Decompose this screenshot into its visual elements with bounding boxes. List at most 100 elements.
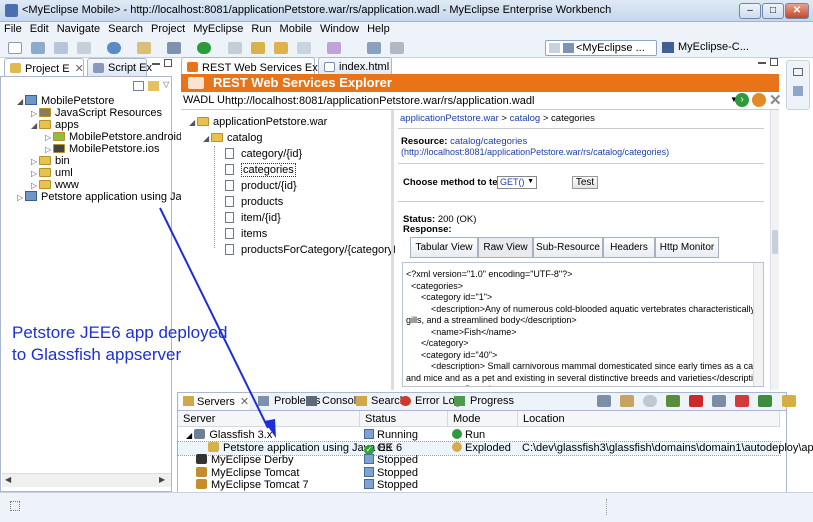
detail-scrollbar[interactable] xyxy=(770,110,779,390)
project-tree-item[interactable]: ◢ MobilePetstore xyxy=(17,95,114,107)
tab-script-explorer[interactable]: Script Ex xyxy=(87,58,152,77)
server-icon[interactable] xyxy=(167,42,182,54)
project-tree-item[interactable]: ▷ uml xyxy=(31,167,73,179)
menu-file[interactable]: File xyxy=(0,22,26,35)
menu-help[interactable]: Help xyxy=(363,22,394,35)
response-scrollbar[interactable] xyxy=(753,263,763,386)
tab-tabular-view[interactable]: Tabular View xyxy=(410,237,478,258)
close-tab-icon[interactable]: ✕ xyxy=(75,63,84,75)
method-select[interactable]: GET() ▼ xyxy=(497,176,537,189)
scroll-left-icon[interactable]: ◀ xyxy=(5,475,11,484)
resource-item[interactable]: category/{id} xyxy=(225,148,302,160)
debug-server-icon[interactable] xyxy=(620,395,635,407)
menu-mobile[interactable]: Mobile xyxy=(276,22,316,35)
project-tree-item[interactable]: ▷ www xyxy=(31,179,79,191)
perspective-myeclipse-c[interactable]: MyEclipse-C... xyxy=(662,41,749,53)
wrench-icon[interactable] xyxy=(389,42,404,54)
resource-path-link[interactable]: catalog/categories xyxy=(450,136,527,147)
stop-server-icon[interactable] xyxy=(689,395,704,407)
menu-navigate[interactable]: Navigate xyxy=(53,22,104,35)
collapse-icon[interactable]: ◢ xyxy=(31,121,39,130)
breadcrumb-root-link[interactable]: applicationPetstore.war xyxy=(400,113,499,124)
resource-item[interactable]: products xyxy=(225,196,283,208)
globe-icon[interactable] xyxy=(107,42,122,54)
tab-console[interactable]: Console xyxy=(306,395,362,407)
resource-item[interactable]: categories xyxy=(225,163,296,177)
tab-headers[interactable]: Headers xyxy=(603,237,655,258)
remove-deployment-icon[interactable] xyxy=(735,395,750,407)
minimize-editor-icon[interactable] xyxy=(758,61,766,64)
run-icon[interactable] xyxy=(197,42,212,54)
start-server-icon[interactable] xyxy=(643,395,658,407)
server-row[interactable]: ◢ Glassfish 3.x Running Run xyxy=(178,429,780,442)
publish-icon[interactable] xyxy=(597,395,611,407)
breadcrumb-catalog-link[interactable]: catalog xyxy=(510,113,541,124)
scroll-thumb[interactable] xyxy=(772,230,778,254)
splitter[interactable] xyxy=(391,110,394,390)
maximize-editor-icon[interactable] xyxy=(770,58,778,66)
expand-icon[interactable]: ▷ xyxy=(45,133,53,142)
minimize-view-icon[interactable] xyxy=(152,62,160,65)
clear-icon[interactable]: ✕ xyxy=(769,91,782,109)
debug-icon[interactable] xyxy=(227,42,242,54)
project-tree-item[interactable]: ▷ JavaScript Resources xyxy=(31,107,162,119)
back-icon[interactable] xyxy=(273,42,288,54)
forward-icon[interactable] xyxy=(296,42,311,54)
menu-project[interactable]: Project xyxy=(147,22,189,35)
tab-project-explorer[interactable]: Project E ✕ xyxy=(4,58,84,77)
save-all-icon[interactable] xyxy=(54,42,69,54)
resource-url-link[interactable]: (http://localhost:8081/applicationPetsto… xyxy=(401,147,669,157)
refresh-icon[interactable] xyxy=(752,93,766,107)
column-header-mode[interactable]: Mode xyxy=(448,411,518,427)
add-deployment-icon[interactable] xyxy=(712,395,727,407)
server-row[interactable]: Petstore application using Java EE 6 ✓ OK E… xyxy=(177,440,813,456)
menu-myeclipse[interactable]: MyEclipse xyxy=(189,22,247,35)
tab-raw-view[interactable]: Raw View xyxy=(478,237,533,258)
save-icon[interactable] xyxy=(31,42,46,54)
menu-run[interactable]: Run xyxy=(247,22,275,35)
redeploy-icon[interactable] xyxy=(758,395,773,407)
expand-icon[interactable]: ▷ xyxy=(31,109,39,118)
new-icon[interactable] xyxy=(8,42,22,54)
resource-item[interactable]: item/{id} xyxy=(225,212,281,224)
tab-sub-resource[interactable]: Sub-Resource xyxy=(533,237,603,258)
print-icon[interactable] xyxy=(77,42,92,54)
collapse-icon[interactable]: ◢ xyxy=(17,97,25,106)
open-perspective-icon[interactable] xyxy=(549,43,560,53)
tree-catalog-node[interactable]: ◢ catalog xyxy=(203,132,262,144)
tools-icon[interactable] xyxy=(366,42,381,54)
expand-icon[interactable]: ▷ xyxy=(31,169,39,178)
horizontal-scrollbar[interactable]: ◀ ▶ xyxy=(2,473,171,487)
collapse-icon[interactable]: ◢ xyxy=(186,431,194,440)
maximize-button[interactable]: □ xyxy=(762,3,784,19)
resource-item[interactable]: items xyxy=(225,228,267,240)
menu-search[interactable]: Search xyxy=(104,22,147,35)
tab-servers[interactable]: Servers ✕ xyxy=(179,393,249,410)
deploy-icon[interactable] xyxy=(137,42,152,54)
wadl-url-input[interactable] xyxy=(225,93,729,108)
tree-root-node[interactable]: ◢ applicationPetstore.war xyxy=(189,116,327,128)
search-icon[interactable] xyxy=(250,42,265,54)
test-button[interactable]: Test xyxy=(572,176,598,189)
go-icon[interactable]: › xyxy=(735,93,749,107)
outline-icon[interactable] xyxy=(793,86,803,96)
server-row[interactable]: MyEclipse Tomcat 7 Stopped xyxy=(178,479,780,492)
tab-search[interactable]: Search xyxy=(356,395,406,407)
close-tab-icon[interactable]: ✕ xyxy=(240,396,249,408)
link-editor-icon[interactable] xyxy=(148,81,159,91)
tab-progress[interactable]: Progress xyxy=(454,395,514,407)
expand-icon[interactable]: ▷ xyxy=(31,181,39,190)
perspective-mobile[interactable]: <MyEclipse ... xyxy=(545,40,657,56)
collapse-all-icon[interactable] xyxy=(133,81,144,91)
server-row[interactable]: MyEclipse Tomcat Stopped xyxy=(178,466,780,480)
profile-icon[interactable] xyxy=(666,395,681,407)
fast-view-icon[interactable] xyxy=(10,501,20,511)
expand-icon[interactable]: ◢ xyxy=(203,134,211,143)
project-tree-item[interactable]: ▷ MobilePetstore.ios xyxy=(45,143,160,155)
column-header-server[interactable]: Server xyxy=(178,411,360,427)
close-button[interactable]: ✕ xyxy=(785,3,809,19)
restore-icon[interactable] xyxy=(793,68,803,76)
expand-icon[interactable]: ▷ xyxy=(17,193,25,202)
scroll-right-icon[interactable]: ▶ xyxy=(159,475,165,484)
expand-icon[interactable]: ▷ xyxy=(45,145,53,154)
